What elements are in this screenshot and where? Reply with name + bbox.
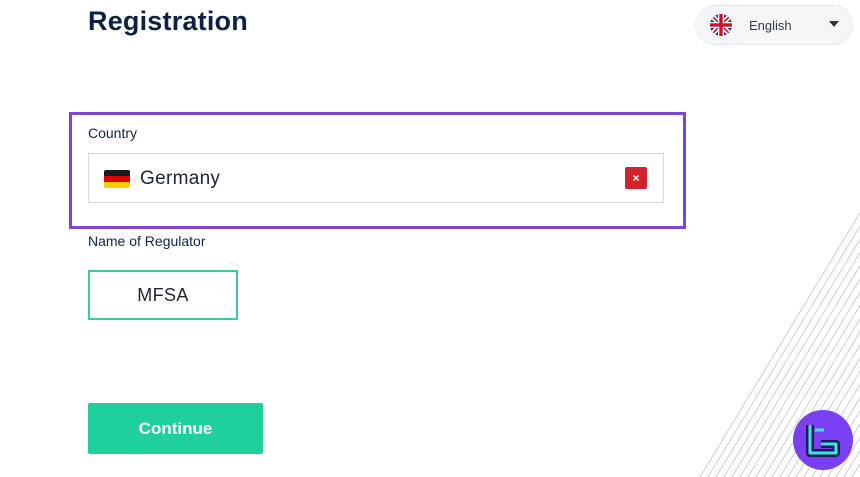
- country-value: Germany: [140, 168, 221, 189]
- page-title: Registration: [88, 6, 248, 36]
- germany-flag-icon: [104, 170, 130, 188]
- language-label: English: [749, 18, 792, 33]
- continue-button[interactable]: Continue: [88, 403, 263, 454]
- country-select[interactable]: Germany ×: [88, 153, 664, 203]
- caret-down-icon[interactable]: [829, 21, 839, 27]
- regulator-label: Name of Regulator: [88, 233, 206, 249]
- language-selector[interactable]: English: [695, 5, 853, 45]
- country-label: Country: [88, 125, 138, 141]
- brand-logo: [793, 410, 853, 470]
- clear-country-button[interactable]: ×: [625, 167, 647, 189]
- uk-flag-icon: [710, 14, 732, 36]
- regulator-option-mfsa[interactable]: MFSA: [88, 270, 238, 320]
